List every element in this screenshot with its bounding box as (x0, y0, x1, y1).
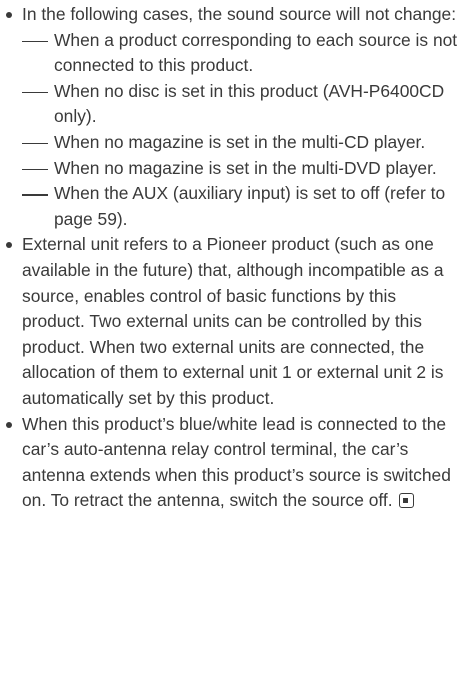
bullet-text: External unit refers to a Pioneer produc… (22, 234, 444, 408)
bullet-item-antenna: When this product’s blue/white lead is c… (0, 412, 459, 514)
sub-item-text: When no magazine is set in the multi-DVD… (54, 157, 437, 178)
sub-item-text: When the AUX (auxiliary input) is set to… (54, 183, 446, 229)
sub-item-text: When no disc is set in this product (AVH… (54, 80, 445, 127)
sub-item: When a product corresponding to each sou… (0, 28, 459, 79)
sub-item-text: When no magazine is set in the multi-CD … (54, 131, 426, 152)
bullet-item-sound-source: In the following cases, the sound source… (0, 2, 459, 28)
sub-item: When the AUX (auxiliary input) is set to… (0, 181, 459, 232)
bullet-dot-icon (6, 12, 12, 18)
sub-item-text: When a product corresponding to each sou… (54, 29, 458, 76)
manual-page: In the following cases, the sound source… (0, 0, 459, 700)
bullet-item-external-unit: External unit refers to a Pioneer produc… (0, 232, 459, 411)
sub-item: When no magazine is set in the multi-DVD… (0, 156, 459, 182)
sub-item: When no magazine is set in the multi-CD … (0, 130, 459, 156)
end-of-section-icon (398, 493, 414, 509)
bullet-dot-icon (6, 421, 12, 428)
bullet-text: When this product’s blue/white lead is c… (22, 413, 451, 511)
sub-item: When no disc is set in this product (AVH… (0, 79, 459, 130)
bullet-dot-icon (6, 242, 12, 249)
bullet-text: In the following cases, the sound source… (22, 4, 457, 24)
